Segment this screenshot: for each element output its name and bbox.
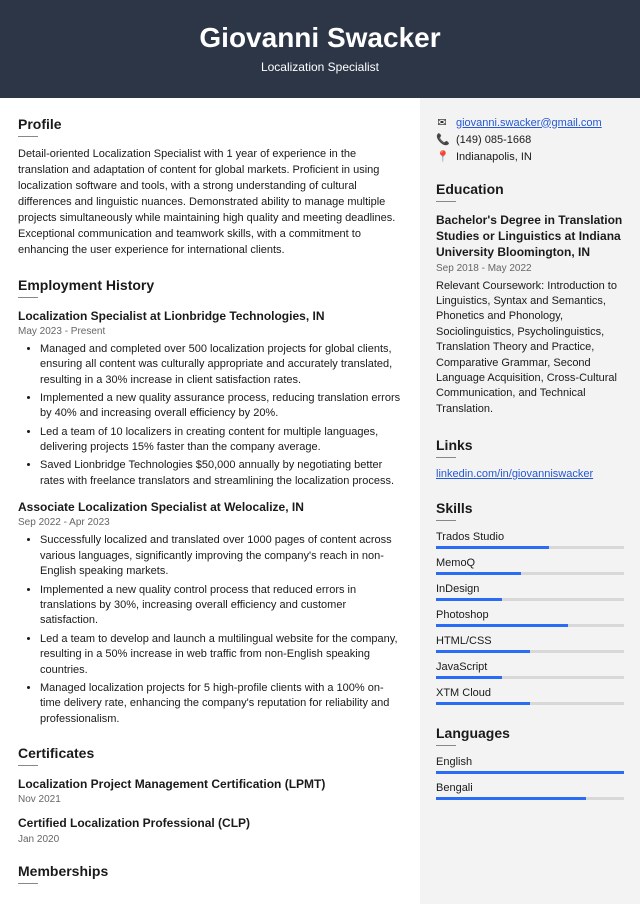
bullet: Implemented a new quality control proces… [40,583,402,629]
job-date: May 2023 - Present [18,326,402,337]
job-bullets: Managed and completed over 500 localizat… [18,342,402,490]
skill-bar [436,624,624,627]
skill-name: XTM Cloud [436,687,624,699]
skill-name: MemoQ [436,557,624,569]
skill-item: InDesign [436,583,624,601]
skill-bar-fill [436,702,530,705]
cert-title: Localization Project Management Certific… [18,776,402,792]
languages-list: English Bengali [436,756,624,800]
heading-rule [18,136,38,137]
skill-item: Bengali [436,782,624,800]
skill-bar-fill [436,598,502,601]
skill-name: English [436,756,624,768]
pin-icon: 📍 [436,150,448,163]
person-name: Giovanni Swacker [0,22,640,54]
heading-rule [436,745,456,746]
contact-phone-row: 📞 (149) 085-1668 [436,133,624,146]
bullet: Implemented a new quality assurance proc… [40,391,402,422]
skills-list: Trados Studio MemoQ InDesign Photoshop HTML/… [436,531,624,705]
skill-bar-fill [436,624,568,627]
contact-email-row: ✉ giovanni.swacker@gmail.com [436,116,624,129]
heading-rule [436,520,456,521]
skill-name: Photoshop [436,609,624,621]
skill-item: Photoshop [436,609,624,627]
skill-bar-fill [436,797,586,800]
skill-item: Trados Studio [436,531,624,549]
bullet: Led a team of 10 localizers in creating … [40,425,402,456]
skill-item: English [436,756,624,774]
job-date: Sep 2022 - Apr 2023 [18,517,402,528]
heading-rule [18,297,38,298]
job: Localization Specialist at Lionbridge Te… [18,308,402,490]
skill-bar-fill [436,676,502,679]
bullet: Managed localization projects for 5 high… [40,681,402,727]
skill-bar [436,702,624,705]
skill-bar-fill [436,771,624,774]
employment-heading: Employment History [18,277,402,293]
skills-heading: Skills [436,500,624,516]
skill-item: XTM Cloud [436,687,624,705]
resume-header: Giovanni Swacker Localization Specialist [0,0,640,98]
bullet: Successfully localized and translated ov… [40,533,402,579]
skill-name: Bengali [436,782,624,794]
person-title: Localization Specialist [0,60,640,74]
skill-name: HTML/CSS [436,635,624,647]
resume-body: Profile Detail-oriented Localization Spe… [0,98,640,904]
bullet: Managed and completed over 500 localizat… [40,342,402,388]
heading-rule [436,457,456,458]
contact-location: Indianapolis, IN [456,151,532,163]
education-heading: Education [436,181,624,197]
contact-email[interactable]: giovanni.swacker@gmail.com [456,117,602,129]
profile-heading: Profile [18,116,402,132]
links-heading: Links [436,437,624,453]
skill-bar-fill [436,650,530,653]
skill-bar [436,598,624,601]
profile-text: Detail-oriented Localization Specialist … [18,147,402,259]
education-date: Sep 2018 - May 2022 [436,263,624,274]
skill-name: InDesign [436,583,624,595]
skill-bar [436,771,624,774]
right-column: ✉ giovanni.swacker@gmail.com 📞 (149) 085… [420,98,640,904]
heading-rule [18,765,38,766]
education-degree: Bachelor's Degree in Translation Studies… [436,212,624,261]
linkedin-link[interactable]: linkedin.com/in/giovanniswacker [436,468,593,480]
skill-item: HTML/CSS [436,635,624,653]
skill-bar [436,650,624,653]
heading-rule [436,201,456,202]
cert-title: Certified Localization Professional (CLP… [18,815,402,831]
languages-heading: Languages [436,725,624,741]
job: Associate Localization Specialist at Wel… [18,499,402,727]
phone-icon: 📞 [436,133,448,146]
skill-bar-fill [436,546,549,549]
bullet: Led a team to develop and launch a multi… [40,632,402,678]
bullet: Saved Lionbridge Technologies $50,000 an… [40,458,402,489]
left-column: Profile Detail-oriented Localization Spe… [0,98,420,904]
skill-name: Trados Studio [436,531,624,543]
job-bullets: Successfully localized and translated ov… [18,533,402,727]
cert-date: Jan 2020 [18,834,402,845]
memberships-heading: Memberships [18,863,402,879]
skill-bar [436,797,624,800]
contact-phone: (149) 085-1668 [456,134,531,146]
skill-item: JavaScript [436,661,624,679]
skill-name: JavaScript [436,661,624,673]
skill-bar-fill [436,572,521,575]
education-text: Relevant Coursework: Introduction to Lin… [436,279,624,418]
certificates-heading: Certificates [18,745,402,761]
job-title: Localization Specialist at Lionbridge Te… [18,308,402,324]
job-title: Associate Localization Specialist at Wel… [18,499,402,515]
skill-bar [436,676,624,679]
envelope-icon: ✉ [436,116,448,129]
heading-rule [18,883,38,884]
contact-location-row: 📍 Indianapolis, IN [436,150,624,163]
skill-bar [436,546,624,549]
skill-bar [436,572,624,575]
cert-date: Nov 2021 [18,794,402,805]
skill-item: MemoQ [436,557,624,575]
